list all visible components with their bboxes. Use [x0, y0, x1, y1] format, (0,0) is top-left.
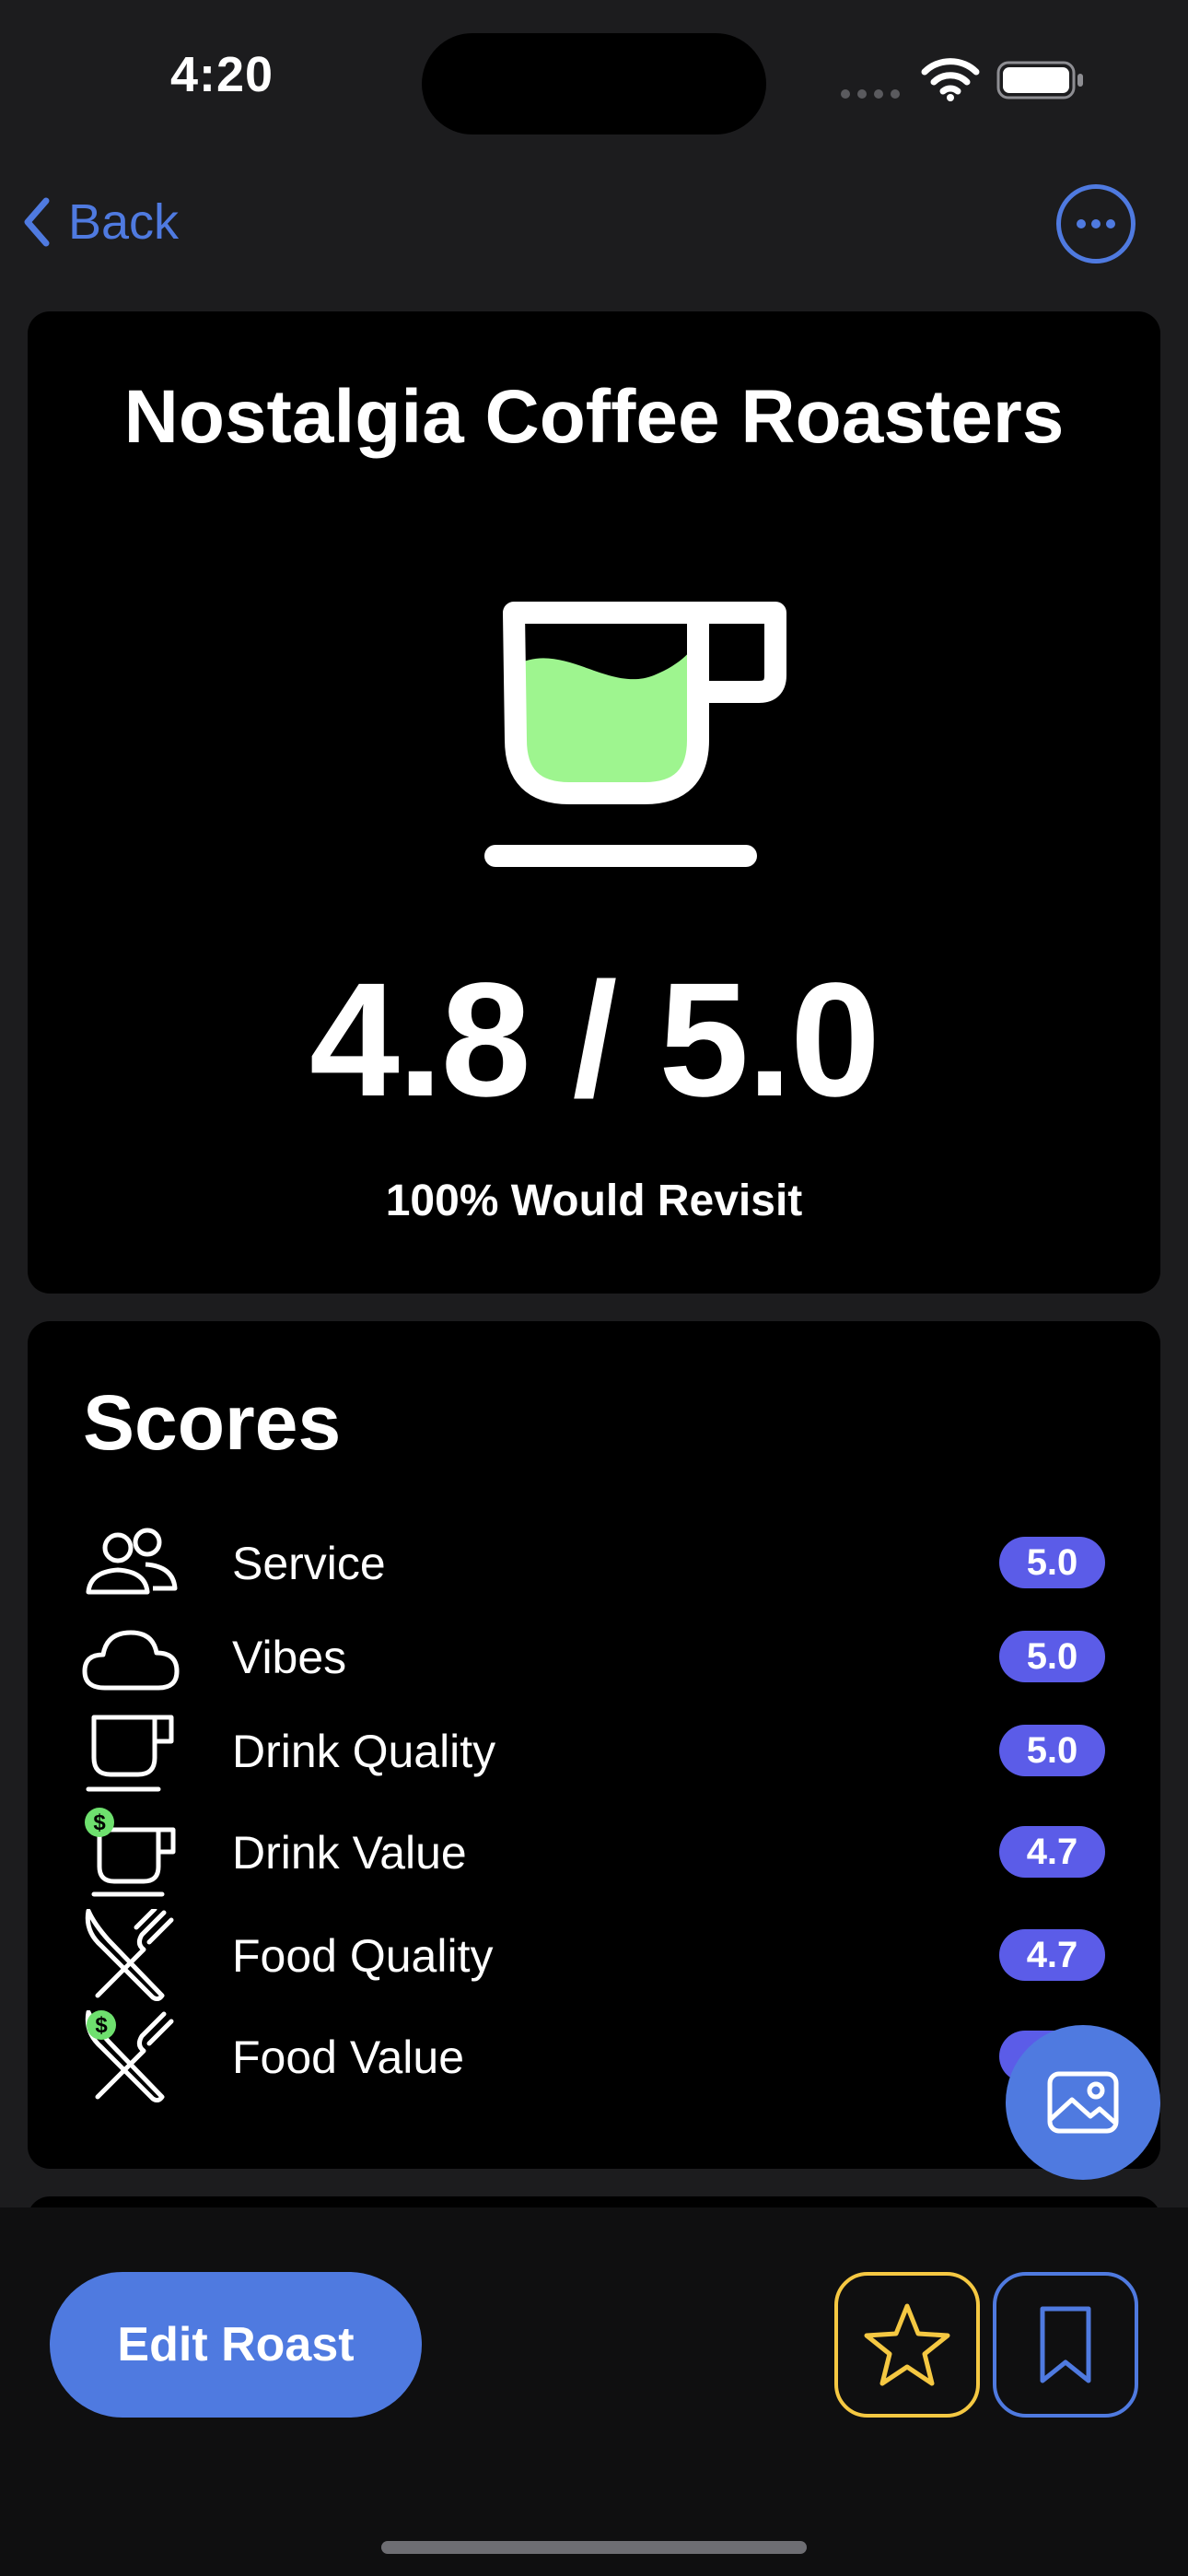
score-label: Drink Quality	[232, 1726, 496, 1777]
battery-icon	[996, 61, 1083, 100]
score-row-vibes: Vibes 5.0	[28, 1610, 1160, 1703]
cellular-signal-icon	[841, 89, 900, 99]
score-value-badge: 5.0	[999, 1537, 1105, 1588]
overall-rating: 4.8 / 5.0	[309, 950, 880, 1130]
scores-card: Scores Service 5.0 Vibes 5.0 Drink Quali…	[28, 1321, 1160, 2169]
roast-summary-card: Nostalgia Coffee Roasters 4.8 / 5.0 100%…	[28, 311, 1160, 1294]
star-icon	[864, 2303, 950, 2386]
favorite-button[interactable]	[834, 2272, 980, 2418]
score-value-badge: 5.0	[999, 1631, 1105, 1682]
people-icon	[86, 1528, 178, 1595]
more-options-button[interactable]	[1056, 184, 1136, 263]
dynamic-island	[422, 33, 766, 135]
score-row-service: Service 5.0	[28, 1516, 1160, 1609]
svg-text:$: $	[95, 2013, 108, 2038]
score-row-food-quality: Food Quality 4.7	[28, 1909, 1160, 2001]
score-label: Service	[232, 1538, 386, 1589]
home-indicator	[381, 2541, 807, 2554]
score-value-badge: 4.7	[999, 1929, 1105, 1981]
utensils-icon	[85, 1909, 174, 2001]
cup-dollar-icon: $	[85, 1808, 176, 1897]
svg-text:$: $	[93, 1810, 106, 1835]
chevron-left-icon	[24, 197, 50, 247]
wifi-icon	[921, 58, 980, 101]
scores-title: Scores	[83, 1379, 342, 1466]
cup-icon	[86, 1715, 174, 1792]
shop-name: Nostalgia Coffee Roasters	[123, 375, 1065, 459]
score-label: Drink Value	[232, 1827, 467, 1879]
bottom-toolbar: Edit Roast	[0, 2207, 1188, 2576]
revisit-percentage: 100% Would Revisit	[385, 1177, 803, 1225]
edit-roast-button[interactable]: Edit Roast	[50, 2272, 422, 2418]
back-button[interactable]: Back	[20, 193, 179, 251]
score-row-food-value: $ Food Value	[28, 2010, 1160, 2102]
coffee-cup-icon	[484, 602, 786, 867]
score-label: Food Quality	[232, 1930, 494, 1982]
status-bar: 4:20	[0, 0, 1188, 157]
bookmark-icon	[1040, 2306, 1091, 2383]
back-label: Back	[68, 194, 180, 250]
cloud-icon	[82, 1630, 180, 1691]
score-row-drink-value: $ Drink Value 4.7	[28, 1806, 1160, 1898]
score-label: Food Value	[232, 2032, 465, 2083]
score-value-badge: 5.0	[999, 1725, 1105, 1776]
photo-icon	[1047, 2071, 1119, 2134]
status-time: 4:20	[170, 47, 274, 102]
nav-bar: Back	[0, 175, 1188, 276]
photos-button[interactable]	[1006, 2025, 1160, 2180]
ellipsis-icon	[1077, 219, 1115, 228]
score-label: Vibes	[232, 1632, 347, 1683]
score-row-drink-quality: Drink Quality 5.0	[28, 1704, 1160, 1797]
utensils-dollar-icon: $	[85, 2010, 174, 2102]
bookmark-button[interactable]	[993, 2272, 1138, 2418]
score-value-badge: 4.7	[999, 1826, 1105, 1878]
